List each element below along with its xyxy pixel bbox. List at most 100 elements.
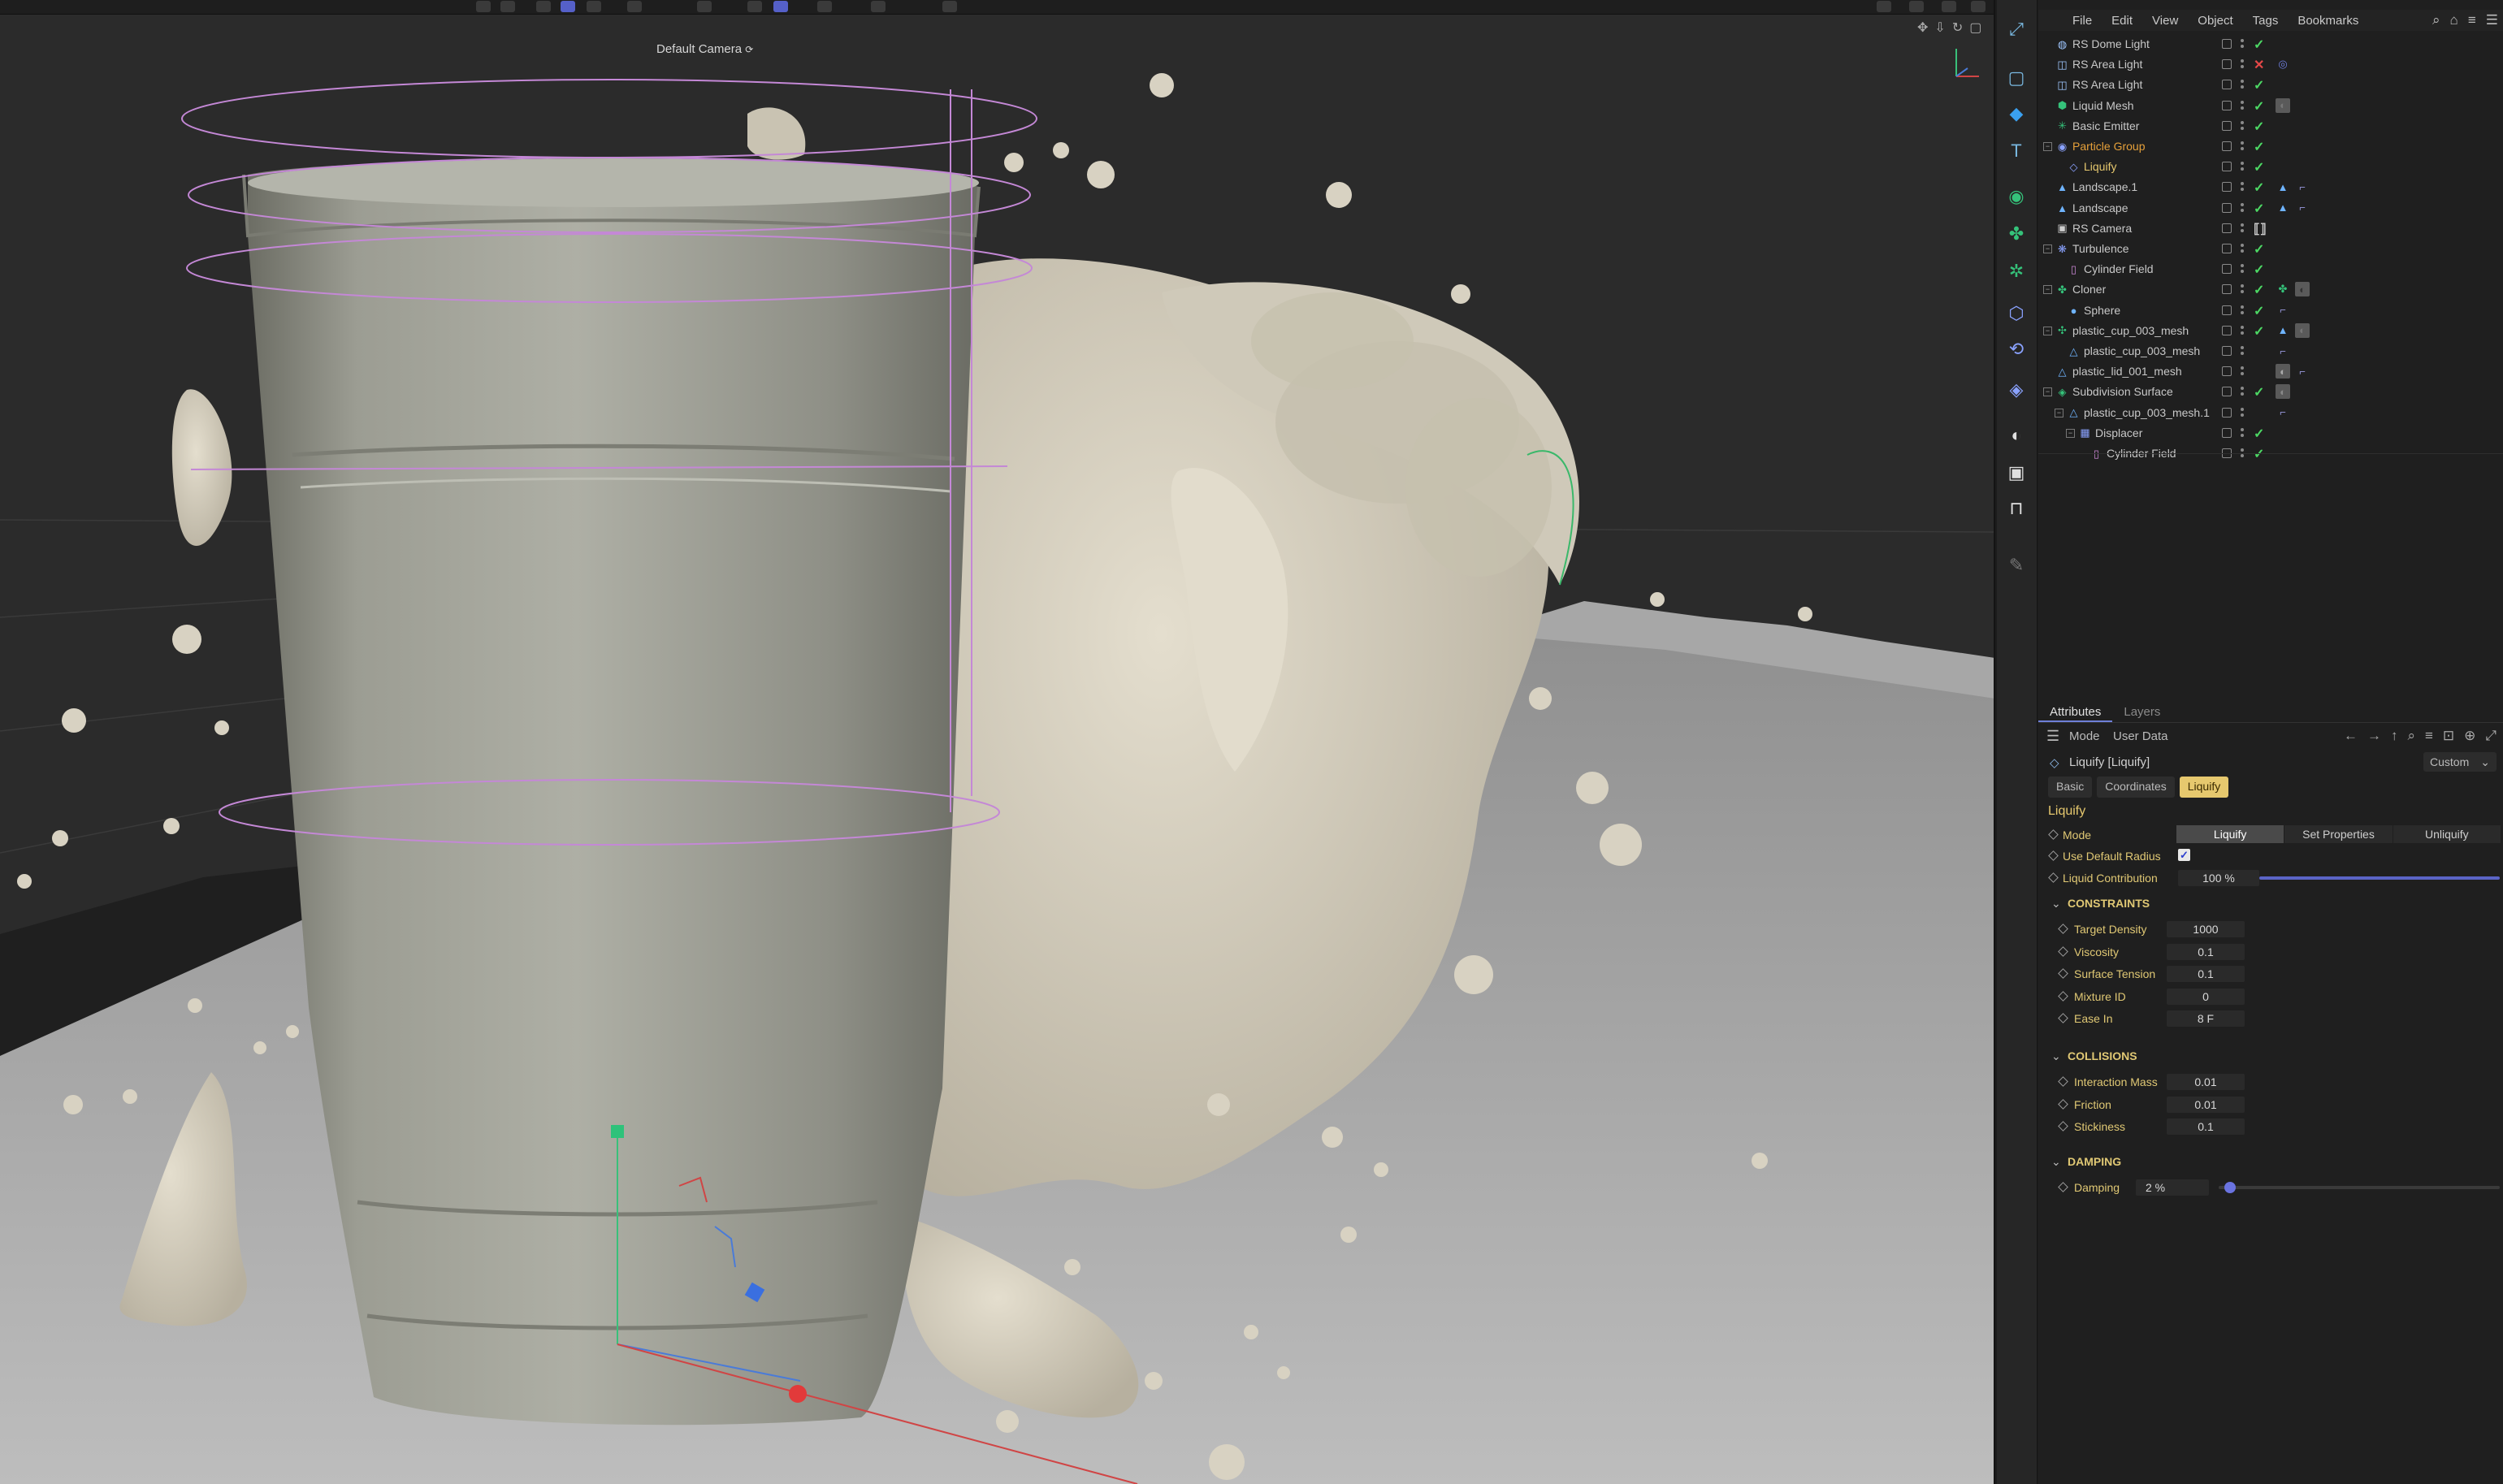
new-panel-icon[interactable]: ⊕	[2464, 728, 2475, 744]
object-row[interactable]: − ▦ Displacer ✓	[2038, 423, 2503, 443]
enabled-check-icon[interactable]: ✓	[2254, 159, 2264, 175]
mode-option-set-properties[interactable]: Set Properties	[2284, 825, 2393, 843]
keyframe-icon[interactable]	[2058, 968, 2068, 980]
damping-field[interactable]: 2 %	[2136, 1179, 2209, 1196]
enabled-check-icon[interactable]: ✓	[2254, 384, 2264, 400]
menu-object[interactable]: Object	[2198, 14, 2232, 28]
keyframe-icon[interactable]	[2058, 945, 2068, 957]
material-tag-icon[interactable]: ◐	[2276, 97, 2290, 113]
layout-icon[interactable]	[1942, 1, 1956, 12]
property-value-field[interactable]: 0	[2167, 988, 2245, 1005]
enabled-check-icon[interactable]: ✓	[2254, 119, 2264, 135]
visibility-dots-icon[interactable]	[2241, 345, 2244, 357]
material-tag-icon[interactable]: ◐	[2276, 384, 2290, 400]
menu-file[interactable]: File	[2072, 14, 2092, 28]
preset-dropdown[interactable]: Custom ⌄	[2423, 752, 2497, 772]
layer-swatch[interactable]	[2222, 366, 2232, 377]
damping-slider-knob[interactable]	[2224, 1182, 2236, 1193]
property-value-field[interactable]: 8 F	[2167, 1010, 2245, 1028]
object-row[interactable]: − ◉ Particle Group ✓	[2038, 136, 2503, 157]
visibility-dots-icon[interactable]	[2241, 366, 2244, 377]
keyframe-icon[interactable]	[2048, 872, 2059, 883]
magnet-icon[interactable]	[697, 1, 712, 12]
expand-toggle-icon[interactable]: −	[2066, 428, 2075, 438]
layer-swatch[interactable]	[2222, 325, 2232, 335]
keyframe-icon[interactable]	[2048, 829, 2059, 840]
workplane-icon[interactable]	[773, 1, 788, 12]
material-tag-icon[interactable]: ◐	[2295, 282, 2310, 297]
generator-icon[interactable]: ◉	[2005, 185, 2028, 208]
enabled-check-icon[interactable]: ✓	[2254, 303, 2264, 319]
snap-icon[interactable]	[627, 1, 642, 12]
layer-swatch[interactable]	[2222, 407, 2232, 418]
phong-tag-icon[interactable]: ⌐	[2295, 364, 2310, 379]
spline-icon[interactable]: ⟲	[2005, 338, 2028, 361]
object-row[interactable]: − ◈ Subdivision Surface ✓ ◐	[2038, 382, 2503, 402]
object-row[interactable]: − ❋ Turbulence ✓	[2038, 239, 2503, 259]
mograph-tag-icon[interactable]: ✤	[2276, 282, 2290, 296]
search-icon[interactable]: ⌕	[2432, 12, 2440, 28]
object-row[interactable]: ● Sphere ✓ ⌐	[2038, 301, 2503, 321]
cloner-icon[interactable]: ✤	[2005, 223, 2028, 245]
object-row[interactable]: △ plastic_cup_003_mesh ⌐	[2038, 341, 2503, 361]
view-icon[interactable]	[536, 1, 551, 12]
layer-swatch[interactable]	[2222, 80, 2232, 90]
visibility-dots-icon[interactable]	[2241, 38, 2244, 50]
layer-swatch[interactable]	[2222, 141, 2232, 151]
tab-layers[interactable]: Layers	[2112, 700, 2172, 722]
deformer-icon[interactable]: ⬡	[2005, 302, 2028, 325]
keyframe-icon[interactable]	[2058, 1121, 2068, 1132]
enabled-check-icon[interactable]: ✓	[2254, 426, 2264, 442]
object-row[interactable]: ◇ Liquify ✓	[2038, 157, 2503, 177]
lock-icon[interactable]: ⊡	[2443, 728, 2454, 744]
enabled-check-icon[interactable]: ✓	[2254, 262, 2264, 278]
back-arrow-icon[interactable]: ←	[2344, 728, 2358, 744]
constraints-header[interactable]: ⌄ CONSTRAINTS	[2038, 897, 2503, 915]
target-tag-icon[interactable]: ◎	[2276, 57, 2290, 71]
visibility-dots-icon[interactable]	[2241, 223, 2244, 234]
object-row[interactable]: ◍ RS Dome Light ✓	[2038, 34, 2503, 54]
visibility-dots-icon[interactable]	[2241, 100, 2244, 111]
object-row[interactable]: − △ plastic_cup_003_mesh.1 ⌐	[2038, 403, 2503, 423]
texture-tag-icon[interactable]: ▲	[2276, 201, 2290, 215]
camera-tag-icon[interactable]: ⟦⟧	[2254, 221, 2267, 237]
visibility-dots-icon[interactable]	[2241, 58, 2244, 70]
object-row[interactable]: − ✤ Cloner ✓ ✤ ◐	[2038, 279, 2503, 300]
expand-toggle-icon[interactable]: −	[2043, 285, 2052, 295]
expand-toggle-icon[interactable]: −	[2043, 142, 2052, 151]
phong-tag-icon[interactable]: ⌐	[2295, 201, 2310, 215]
search-icon[interactable]: ⌕	[2407, 728, 2415, 744]
text-icon[interactable]: T	[2005, 140, 2028, 162]
layer-swatch[interactable]	[2222, 182, 2232, 193]
damping-header[interactable]: ⌄ DAMPING	[2038, 1155, 2503, 1173]
keyframe-icon[interactable]	[2058, 990, 2068, 1002]
rotate-icon[interactable]: ↻	[1952, 19, 1963, 36]
expand-toggle-icon[interactable]: −	[2043, 326, 2052, 335]
pan-icon[interactable]: ✥	[1917, 19, 1928, 36]
tab-attributes[interactable]: Attributes	[2038, 700, 2113, 722]
object-row[interactable]: △ plastic_lid_001_mesh ◐ ⌐	[2038, 361, 2503, 382]
visibility-dots-icon[interactable]	[2241, 407, 2244, 418]
keyframe-icon[interactable]	[2058, 1182, 2068, 1192]
visibility-dots-icon[interactable]	[2241, 305, 2244, 316]
render-icon[interactable]	[871, 1, 886, 12]
forward-arrow-icon[interactable]: →	[2367, 728, 2381, 744]
layer-swatch[interactable]	[2222, 39, 2232, 49]
property-value-field[interactable]: 0.01	[2167, 1096, 2245, 1113]
visibility-dots-icon[interactable]	[2241, 243, 2244, 254]
collisions-header[interactable]: ⌄ COLLISIONS	[2038, 1049, 2503, 1067]
menu-view[interactable]: View	[2152, 14, 2178, 28]
keyframe-icon[interactable]	[2058, 924, 2068, 934]
expand-toggle-icon[interactable]: −	[2055, 408, 2063, 418]
effector-icon[interactable]: ✲	[2005, 260, 2028, 283]
use-default-radius-checkbox[interactable]: ✓	[2178, 849, 2190, 861]
filter-icon[interactable]: ≡	[2425, 728, 2433, 744]
damping-slider[interactable]	[2219, 1186, 2500, 1189]
keyframe-icon[interactable]	[2058, 1098, 2068, 1110]
liquid-contribution-field[interactable]: 100 %	[2178, 870, 2259, 886]
view-icon[interactable]	[476, 1, 491, 12]
layer-swatch[interactable]	[2222, 202, 2232, 213]
phong-tag-icon[interactable]: ⌐	[2276, 344, 2290, 358]
keyframe-icon[interactable]	[2048, 850, 2059, 861]
phong-tag-icon[interactable]: ⌐	[2276, 303, 2290, 318]
